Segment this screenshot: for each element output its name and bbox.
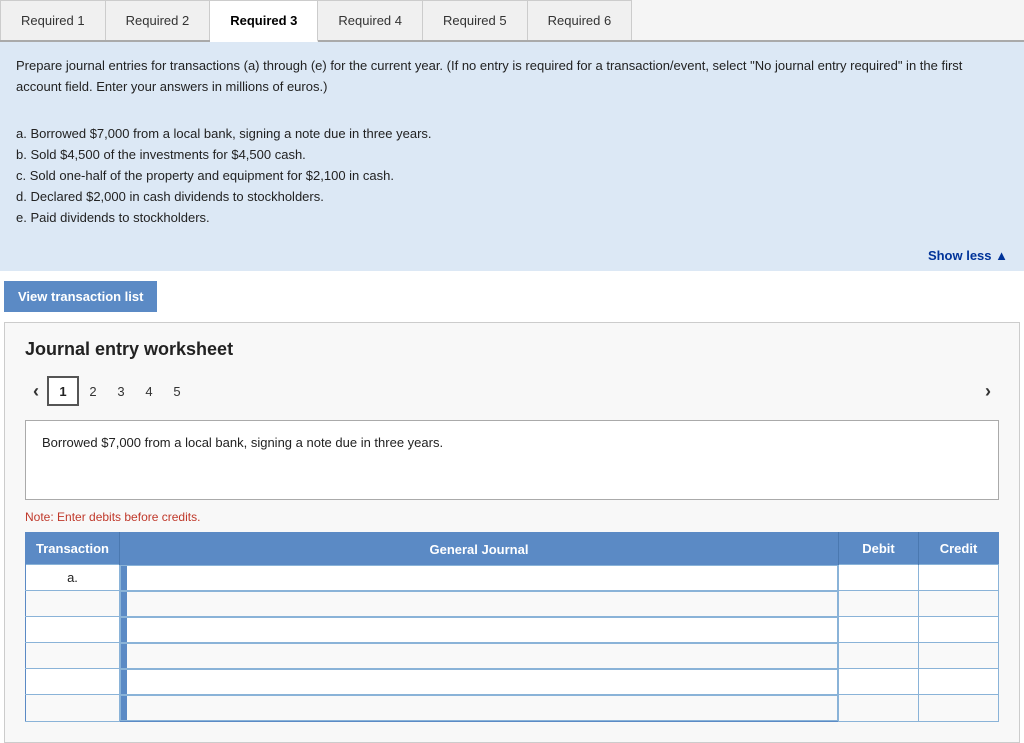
page-3-button[interactable]: 3 (107, 376, 135, 406)
col-header-transaction: Transaction (26, 533, 120, 565)
credit-input-3[interactable] (919, 643, 998, 668)
tab-required5[interactable]: Required 5 (423, 0, 528, 40)
table-row-transaction-4 (26, 669, 120, 695)
view-transaction-button[interactable]: View transaction list (4, 281, 157, 312)
tabs-bar: Required 1 Required 2 Required 3 Require… (0, 0, 1024, 42)
journal-input-5[interactable] (127, 696, 837, 720)
page-1-button[interactable]: 1 (47, 376, 79, 406)
journal-input-4[interactable] (127, 670, 837, 694)
journal-input-0[interactable] (127, 566, 837, 590)
debit-input-0[interactable] (839, 565, 918, 590)
page-2-button[interactable]: 2 (79, 376, 107, 406)
table-row-debit-5[interactable] (839, 695, 919, 722)
table-row-transaction-1 (26, 591, 120, 617)
instruction-item-b: b. Sold $4,500 of the investments for $4… (16, 145, 1008, 166)
tab-required4[interactable]: Required 4 (318, 0, 423, 40)
credit-input-2[interactable] (919, 617, 998, 642)
page-4-button[interactable]: 4 (135, 376, 163, 406)
show-less-link[interactable]: Show less ▲ (928, 248, 1008, 263)
tab-required2[interactable]: Required 2 (106, 0, 211, 40)
debit-input-1[interactable] (839, 591, 918, 616)
debit-input-3[interactable] (839, 643, 918, 668)
credit-input-4[interactable] (919, 669, 998, 694)
table-row-credit-0[interactable] (919, 565, 999, 591)
debit-input-5[interactable] (839, 695, 918, 721)
instructions-items: a. Borrowed $7,000 from a local bank, si… (16, 124, 1008, 228)
tab-required6[interactable]: Required 6 (528, 0, 633, 40)
table-row-debit-0[interactable] (839, 565, 919, 591)
instruction-item-d: d. Declared $2,000 in cash dividends to … (16, 187, 1008, 208)
journal-input-3[interactable] (127, 644, 837, 668)
col-header-general-journal: General Journal (119, 533, 838, 565)
table-row-credit-3[interactable] (919, 643, 999, 669)
show-less-row: Show less ▲ (0, 242, 1024, 271)
tab-required1[interactable]: Required 1 (0, 0, 106, 40)
credit-input-0[interactable] (919, 565, 998, 590)
page-5-button[interactable]: 5 (163, 376, 191, 406)
instructions-panel: Prepare journal entries for transactions… (0, 42, 1024, 242)
table-row-credit-2[interactable] (919, 617, 999, 643)
table-row-journal-2[interactable] (120, 617, 838, 643)
journal-table: Transaction General Journal Debit Credit… (25, 532, 999, 722)
view-btn-row: View transaction list (0, 271, 1024, 322)
tab-required3[interactable]: Required 3 (210, 0, 318, 42)
table-row-journal-5[interactable] (120, 695, 838, 721)
transaction-description: Borrowed $7,000 from a local bank, signi… (25, 420, 999, 500)
col-header-credit: Credit (919, 533, 999, 565)
table-row-debit-3[interactable] (839, 643, 919, 669)
instruction-item-c: c. Sold one-half of the property and equ… (16, 166, 1008, 187)
worksheet-title: Journal entry worksheet (25, 339, 999, 360)
next-page-button[interactable]: › (977, 377, 999, 406)
debit-input-4[interactable] (839, 669, 918, 694)
table-row-debit-2[interactable] (839, 617, 919, 643)
instructions-intro: Prepare journal entries for transactions… (16, 56, 1008, 98)
table-row-journal-0[interactable] (120, 565, 838, 591)
credit-input-5[interactable] (919, 695, 998, 721)
debit-input-2[interactable] (839, 617, 918, 642)
col-header-debit: Debit (839, 533, 919, 565)
table-row-transaction-3 (26, 643, 120, 669)
journal-input-1[interactable] (127, 592, 837, 616)
prev-page-button[interactable]: ‹ (25, 377, 47, 406)
table-row-debit-1[interactable] (839, 591, 919, 617)
table-row-transaction-5 (26, 695, 120, 722)
table-row-transaction-0: a. (26, 565, 120, 591)
table-row-credit-4[interactable] (919, 669, 999, 695)
table-row-credit-1[interactable] (919, 591, 999, 617)
journal-input-2[interactable] (127, 618, 837, 642)
journal-entry-worksheet: Journal entry worksheet ‹ 1 2 3 4 5 › Bo… (4, 322, 1020, 743)
credit-input-1[interactable] (919, 591, 998, 616)
debit-credit-note: Note: Enter debits before credits. (25, 510, 999, 524)
table-row-debit-4[interactable] (839, 669, 919, 695)
table-row-journal-1[interactable] (120, 591, 838, 617)
instruction-item-e: e. Paid dividends to stockholders. (16, 208, 1008, 229)
table-row-credit-5[interactable] (919, 695, 999, 722)
table-row-transaction-2 (26, 617, 120, 643)
instruction-item-a: a. Borrowed $7,000 from a local bank, si… (16, 124, 1008, 145)
pagination: ‹ 1 2 3 4 5 › (25, 376, 999, 406)
table-row-journal-3[interactable] (120, 643, 838, 669)
table-row-journal-4[interactable] (120, 669, 838, 695)
